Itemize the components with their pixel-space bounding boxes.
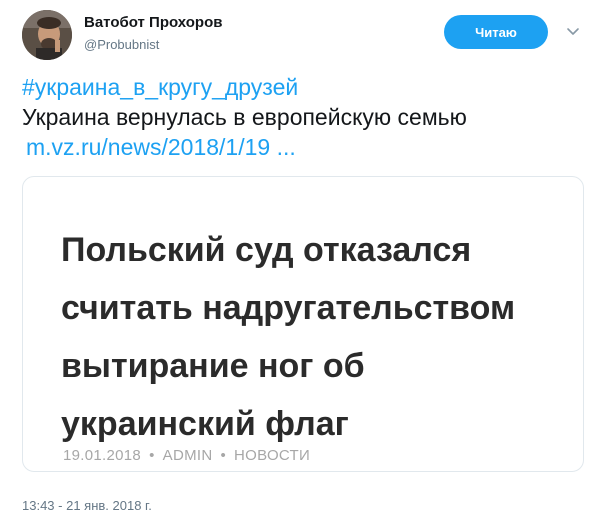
avatar[interactable] [22,10,72,60]
card-headline-line: вытирание ног об [61,347,365,385]
chevron-down-icon[interactable] [565,24,581,40]
link-card[interactable]: Польский суд отказался считать надругате… [22,176,584,472]
author-handle[interactable]: @Probubnist [84,37,159,52]
card-headline-line: считать надругательством [61,289,516,327]
card-date: 19.01.2018 [63,447,142,464]
avatar-photo [22,10,72,60]
card-meta: 19.01.2018 • ADMIN • НОВОСТИ [63,447,310,464]
card-headline-line: Польский суд отказался [61,231,472,269]
card-meta-separator: • [149,447,155,464]
card-meta-separator: • [220,447,227,464]
card-headline: Польский суд отказался считать надругате… [61,221,561,453]
author-name[interactable]: Ватобот Прохоров [84,14,222,31]
tweet: Ватобот Прохоров @Probubnist Читаю #укра… [0,0,610,532]
tweet-body: Украина вернулась в европейскую семью [22,104,467,130]
article-link[interactable]: m.vz.ru/news/2018/1/19 ... [22,132,592,162]
follow-button[interactable]: Читаю [444,15,548,49]
card-category: НОВОСТИ [234,447,311,464]
tweet-text: #украина_в_кругу_друзей Украина вернулас… [22,72,592,162]
card-headline-line: украинский флаг [61,405,349,443]
hashtag-link[interactable]: #украина_в_кругу_друзей [22,72,592,102]
tweet-timestamp[interactable]: 13:43 - 21 янв. 2018 г. [22,498,152,513]
card-author: ADMIN [162,447,213,464]
